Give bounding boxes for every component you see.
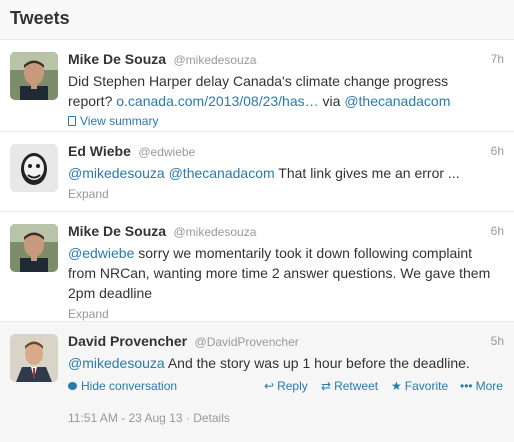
view-summary-link[interactable]: View summary	[68, 114, 504, 128]
avatar[interactable]	[10, 224, 58, 272]
tweets-header: Tweets	[0, 0, 514, 40]
tweet-header: Mike De Souza @mikedesouza 6h	[68, 223, 504, 241]
reply-icon: ↩	[264, 379, 275, 393]
more-button[interactable]: ••• More	[460, 379, 503, 393]
document-icon	[68, 116, 76, 126]
tweet-fullname[interactable]: David Provencher	[68, 333, 187, 349]
retweet-button[interactable]: ⇄ Retweet	[321, 379, 378, 393]
tweet-mention[interactable]: @thecanadacom	[169, 165, 275, 181]
favorite-button[interactable]: ★ Favorite	[391, 379, 448, 393]
tweet-actions: Hide conversation ↩ Reply ⇄ Retweet ★ Fa…	[68, 379, 504, 395]
tweet-mention[interactable]: @mikedesouza	[68, 355, 165, 371]
page-title: Tweets	[10, 8, 70, 28]
tweet-username[interactable]: @DavidProvencher	[195, 335, 299, 349]
tweet-text-part: And the story was up 1 hour before the d…	[164, 355, 470, 371]
tweet-header: David Provencher @DavidProvencher 5h	[68, 333, 504, 351]
tweet-fullname[interactable]: Mike De Souza	[68, 51, 166, 67]
tweet-time[interactable]: 6h	[491, 144, 504, 158]
tweet-header: Mike De Souza @mikedesouza 7h	[68, 51, 504, 69]
tweet-mention[interactable]: @edwiebe	[68, 245, 134, 261]
tweet-timestamp[interactable]: 11:51 AM - 23 Aug 13	[68, 411, 183, 425]
tweet[interactable]: Ed Wiebe @edwiebe 6h @mikedesouza @theca…	[0, 132, 514, 212]
tweet-expanded[interactable]: David Provencher @DavidProvencher 5h @mi…	[0, 322, 514, 442]
tweet-time[interactable]: 7h	[491, 52, 504, 66]
tweet-time[interactable]: 5h	[491, 334, 504, 348]
tweet-text: @edwiebe sorry we momentarily took it do…	[68, 243, 493, 303]
tweet[interactable]: Mike De Souza @mikedesouza 6h @edwiebe s…	[0, 212, 514, 322]
tweet-text: Did Stephen Harper delay Canada's climat…	[68, 71, 493, 111]
reply-label: Reply	[277, 379, 308, 393]
tweet-fullname[interactable]: Ed Wiebe	[68, 143, 131, 159]
hide-conversation-label: Hide conversation	[81, 379, 178, 393]
tweet-mention[interactable]: @thecanadacom	[344, 93, 450, 109]
tweet-text-part: That link gives me an error ...	[274, 165, 460, 181]
details-link[interactable]: Details	[193, 411, 230, 425]
tweet-text: @mikedesouza And the story was up 1 hour…	[68, 353, 493, 373]
reply-button[interactable]: ↩ Reply	[264, 379, 308, 393]
tweet-text-part: via	[318, 93, 345, 109]
retweet-label: Retweet	[334, 379, 379, 393]
more-label: More	[475, 379, 503, 393]
avatar[interactable]	[10, 52, 58, 100]
more-dots-icon: •••	[460, 379, 473, 393]
tweet-details: 11:51 AM - 23 Aug 13 · Details	[68, 411, 504, 425]
expand-link[interactable]: Expand	[68, 187, 504, 201]
avatar[interactable]	[10, 334, 58, 382]
tweet-mention[interactable]: @mikedesouza	[68, 165, 165, 181]
tweet[interactable]: Mike De Souza @mikedesouza 7h Did Stephe…	[0, 40, 514, 132]
details-separator: ·	[182, 411, 194, 425]
speech-bubble-icon	[68, 382, 77, 390]
tweet-username[interactable]: @mikedesouza	[173, 53, 256, 67]
tweet-header: Ed Wiebe @edwiebe 6h	[68, 143, 504, 161]
star-icon: ★	[391, 379, 402, 393]
tweet-username[interactable]: @mikedesouza	[173, 225, 256, 239]
hide-conversation-link[interactable]: Hide conversation	[68, 379, 177, 393]
tweet-fullname[interactable]: Mike De Souza	[68, 223, 166, 239]
view-summary-label: View summary	[80, 114, 159, 128]
tweet-username[interactable]: @edwiebe	[138, 145, 195, 159]
avatar[interactable]	[10, 144, 58, 192]
tweet-time[interactable]: 6h	[491, 224, 504, 238]
tweet-text: @mikedesouza @thecanadacom That link giv…	[68, 163, 493, 183]
favorite-label: Favorite	[404, 379, 449, 393]
expand-link[interactable]: Expand	[68, 307, 504, 321]
tweet-link[interactable]: o.canada.com/2013/08/23/has…	[116, 93, 318, 109]
retweet-icon: ⇄	[321, 379, 332, 393]
